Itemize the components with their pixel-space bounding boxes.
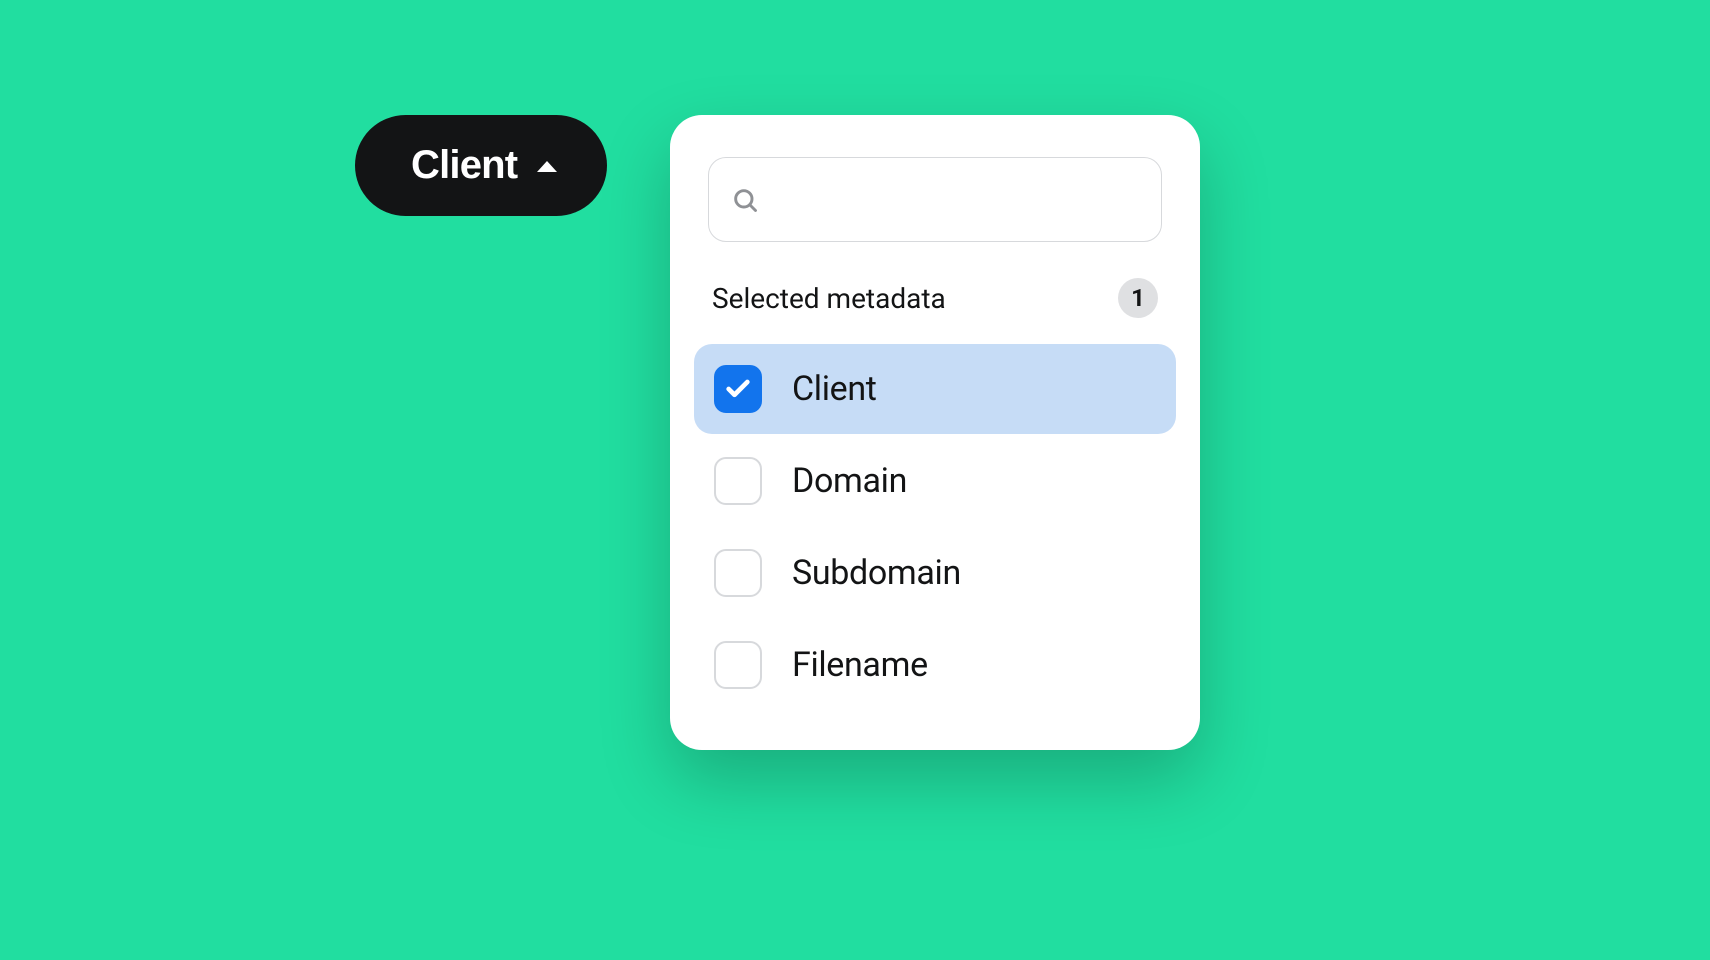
checkmark-icon: [724, 375, 752, 403]
option-row-client[interactable]: Client: [694, 344, 1176, 434]
option-label: Domain: [792, 461, 907, 501]
option-row-filename[interactable]: Filename: [694, 620, 1176, 710]
option-row-subdomain[interactable]: Subdomain: [694, 528, 1176, 618]
filter-dropdown-panel: Selected metadata 1 Client Domain Subdom…: [670, 115, 1200, 750]
option-label: Filename: [792, 645, 928, 685]
search-box[interactable]: [708, 157, 1162, 242]
checkbox-subdomain[interactable]: [714, 549, 762, 597]
section-header: Selected metadata 1: [694, 278, 1176, 344]
caret-up-icon: [537, 161, 557, 172]
search-input[interactable]: [775, 183, 1161, 217]
option-label: Subdomain: [792, 553, 961, 593]
section-title: Selected metadata: [712, 282, 946, 315]
option-row-domain[interactable]: Domain: [694, 436, 1176, 526]
search-icon: [731, 186, 759, 214]
options-list: Client Domain Subdomain Filename: [694, 344, 1176, 710]
checkbox-domain[interactable]: [714, 457, 762, 505]
checkbox-filename[interactable]: [714, 641, 762, 689]
filter-dropdown-trigger[interactable]: Client: [355, 115, 607, 216]
selected-count-badge: 1: [1118, 278, 1158, 318]
option-label: Client: [792, 369, 877, 409]
filter-dropdown-label: Client: [411, 143, 517, 188]
checkbox-client[interactable]: [714, 365, 762, 413]
